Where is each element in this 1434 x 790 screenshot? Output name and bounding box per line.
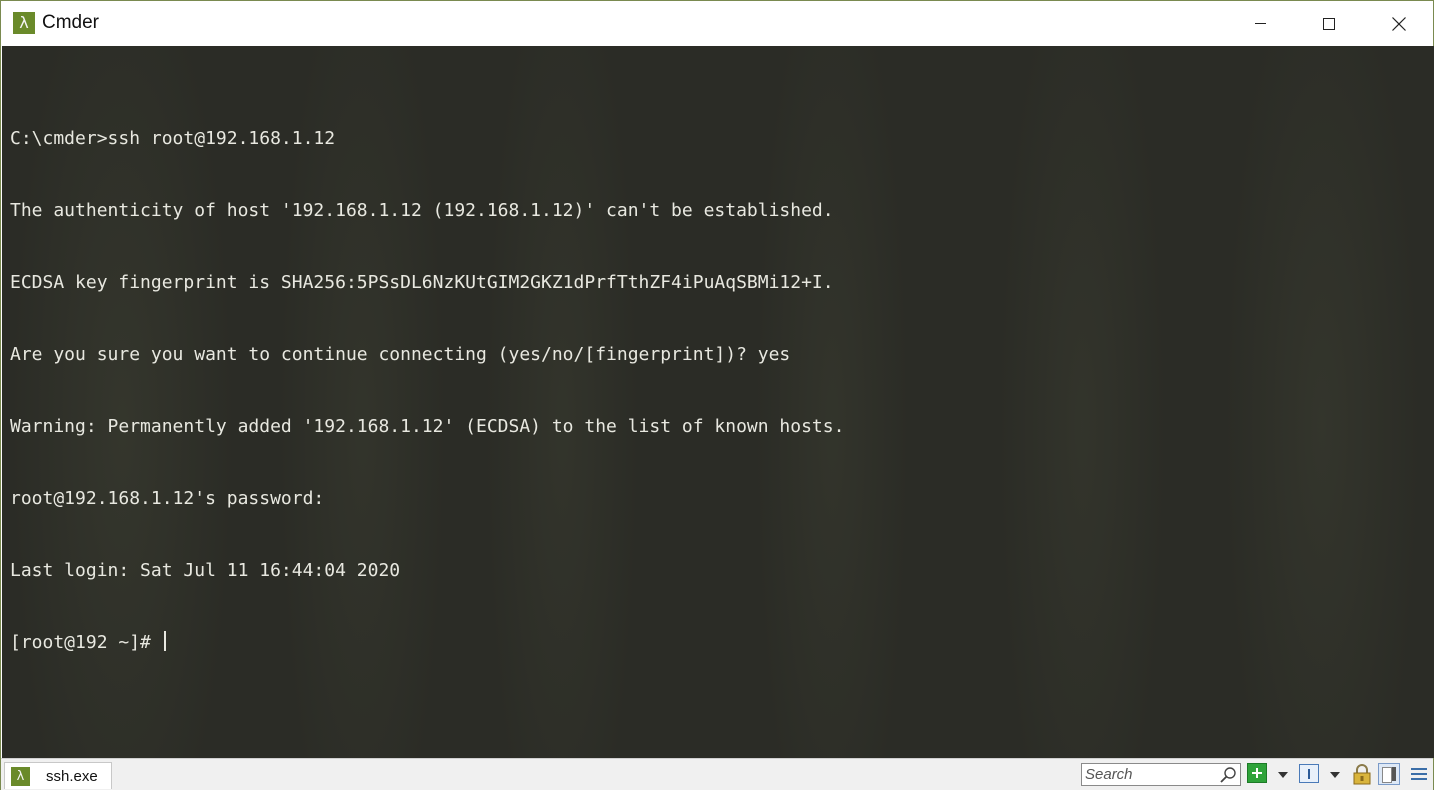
status-bar: λ ssh.exe <box>1 758 1433 790</box>
title-bar[interactable]: λ Cmder <box>1 1 1433 46</box>
cmder-window: λ Cmder C:\cmder>ssh root@192.168.1.12 T… <box>0 0 1434 790</box>
text-cursor <box>163 631 166 651</box>
terminal-line: Warning: Permanently added '192.168.1.12… <box>10 416 845 437</box>
terminal-output: C:\cmder>ssh root@192.168.1.12 The authe… <box>10 79 844 703</box>
cmder-lambda-icon: λ <box>11 767 30 786</box>
maximize-button[interactable] <box>1294 1 1364 46</box>
search-box[interactable] <box>1081 763 1241 786</box>
search-input[interactable] <box>1085 765 1213 784</box>
panes-icon <box>1378 763 1400 785</box>
maximize-icon <box>1323 17 1335 30</box>
terminal-line: Are you sure you want to continue connec… <box>10 344 791 365</box>
terminal-line: The authenticity of host '192.168.1.12 (… <box>10 200 834 221</box>
shell-prompt: [root@192 ~]# <box>10 632 162 653</box>
minimize-icon <box>1254 23 1266 24</box>
lock-icon <box>1353 764 1371 785</box>
terminal-prompt-line[interactable]: [root@192 ~]# <box>10 631 844 655</box>
close-button[interactable] <box>1364 1 1434 46</box>
lock-button[interactable] <box>1351 763 1373 785</box>
terminal-console[interactable]: C:\cmder>ssh root@192.168.1.12 The authe… <box>2 46 1434 758</box>
tab-label: ssh.exe <box>46 768 98 785</box>
dropdown-arrow-icon[interactable] <box>1330 772 1340 778</box>
split-view-button[interactable] <box>1299 763 1321 785</box>
split-view-icon <box>1299 764 1319 783</box>
window-title: Cmder <box>42 12 100 33</box>
panes-button[interactable] <box>1378 763 1400 785</box>
terminal-line: C:\cmder>ssh root@192.168.1.12 <box>10 128 336 149</box>
dropdown-arrow-icon[interactable] <box>1278 772 1288 778</box>
new-console-button[interactable] <box>1247 763 1269 785</box>
cmder-lambda-icon[interactable]: λ <box>13 12 35 34</box>
minimize-button[interactable] <box>1225 1 1295 46</box>
search-icon[interactable] <box>1219 766 1237 784</box>
add-console-icon <box>1247 763 1267 783</box>
terminal-line: Last login: Sat Jul 11 16:44:04 2020 <box>10 560 401 581</box>
close-icon <box>1392 16 1406 31</box>
terminal-line: ECDSA key fingerprint is SHA256:5PSsDL6N… <box>10 272 834 293</box>
console-tab[interactable]: λ ssh.exe <box>4 762 112 789</box>
main-menu-button[interactable] <box>1409 763 1431 785</box>
terminal-line: root@192.168.1.12's password: <box>10 488 325 509</box>
